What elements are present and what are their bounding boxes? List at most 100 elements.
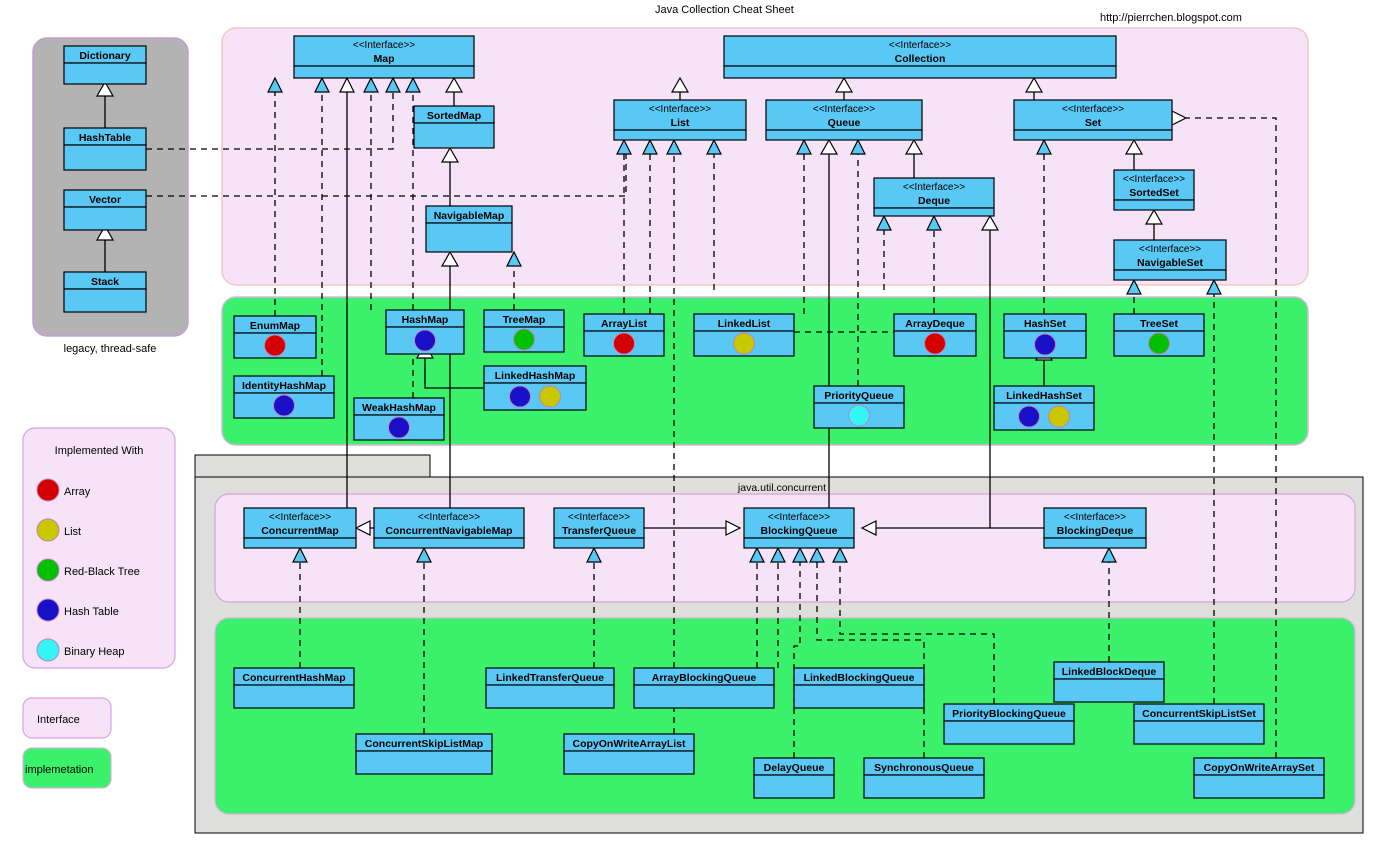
uml-class-box[interactable]: CopyOnWriteArrayList [563,733,695,775]
class-name-label: NavigableMap [434,210,505,222]
impl-color-dot [733,332,755,355]
box-body [793,684,925,709]
class-name-label: Vector [89,194,121,206]
impl-color-dot [509,385,531,408]
uml-class-box[interactable]: HashSet [1003,313,1087,359]
uml-class-box[interactable]: ConcurrentSkipListMap [355,733,493,775]
class-name-label: SortedMap [427,110,481,122]
uml-class-box[interactable]: SynchronousQueue [863,757,985,799]
legend-swatch [36,638,60,662]
uml-class-box[interactable]: <<Interface>> Map [293,35,475,79]
package-tab [194,454,431,478]
legacy-caption: legacy, thread-safe [64,343,157,355]
uml-class-box[interactable]: <<Interface>> Collection [723,35,1117,79]
class-name-label: ConcurrentMap [261,525,339,537]
class-name-label: LinkedBlockDeque [1062,666,1157,678]
box-body [293,65,475,79]
box-body [1113,199,1195,211]
uml-class-box[interactable]: <<Interface>> Deque [873,177,995,217]
uml-class-box[interactable]: PriorityQueue [813,385,905,429]
uml-class-box[interactable]: <<Interface>> NavigableSet [1113,239,1227,281]
uml-class-box[interactable]: LinkedTransferQueue [485,667,615,709]
stereotype-label: <<Interface>> [1062,104,1124,115]
uml-class-box[interactable]: ArrayDeque [893,313,977,357]
uml-class-box[interactable]: Vector [63,189,147,231]
uml-class-box[interactable]: ArrayList [583,313,665,357]
uml-class-box[interactable]: ConcurrentSkipListSet [1133,703,1265,745]
uml-class-box[interactable]: DelayQueue [753,757,835,799]
uml-class-box[interactable]: ConcurrentHashMap [233,667,355,709]
class-name-label: TreeMap [503,314,546,326]
box-body [993,402,1095,431]
uml-class-box[interactable]: <<Interface>> Queue [765,99,923,141]
class-name-label: WeakHashMap [362,402,436,414]
class-name-label: HashMap [402,314,449,326]
class-name-label: DelayQueue [764,762,825,774]
legend-item-label: List [64,526,81,538]
class-name-label: Stack [91,276,119,288]
class-name-label: PriorityQueue [824,390,894,402]
uml-class-box[interactable]: WeakHashMap [353,397,445,441]
uml-class-box[interactable]: IdentityHashMap [233,375,335,419]
class-name-label: LinkedList [718,318,771,330]
uml-class-box[interactable]: LinkedHashSet [993,385,1095,431]
box-body [553,537,645,549]
uml-class-box[interactable]: LinkedBlockDeque [1053,661,1165,703]
box-body [413,122,495,149]
box-body [723,65,1117,79]
uml-class-box[interactable]: <<Interface>> ConcurrentMap [243,507,357,549]
impl-color-dot [1018,405,1040,428]
class-name-label: CopyOnWriteArrayList [573,738,686,750]
uml-class-box[interactable]: TreeMap [483,309,565,353]
class-name-label: Set [1085,117,1102,129]
impl-color-dot [613,332,635,355]
uml-class-box[interactable]: <<Interface>> ConcurrentNavigableMap [373,507,525,549]
impl-color-dot [264,334,286,357]
class-name-label: Map [374,53,395,65]
class-name-label: ArrayBlockingQueue [652,672,757,684]
uml-class-box[interactable]: LinkedHashMap [483,365,587,411]
uml-class-box[interactable]: LinkedBlockingQueue [793,667,925,709]
uml-class-box[interactable]: <<Interface>> List [613,99,747,141]
uml-class-box[interactable]: <<Interface>> BlockingQueue [743,507,855,549]
legend-swatch [36,598,60,622]
uml-class-box[interactable]: <<Interface>> BlockingDeque [1043,507,1147,549]
impl-color-dot [414,329,436,352]
uml-class-box[interactable]: LinkedList [693,313,795,357]
stereotype-label: <<Interface>> [269,512,331,523]
uml-class-box[interactable]: EnumMap [233,315,317,359]
box-body [233,684,355,709]
class-name-label: SortedSet [1129,187,1179,199]
class-name-label: LinkedBlockingQueue [804,672,915,684]
stereotype-label: <<Interface>> [418,512,480,523]
box-body [1193,774,1325,799]
box-body [355,750,493,775]
uml-class-box[interactable]: CopyOnWriteArraySet [1193,757,1325,799]
uml-class-box[interactable]: SortedMap [413,105,495,149]
class-name-label: ConcurrentHashMap [242,672,345,684]
uml-class-box[interactable]: HashMap [385,309,465,355]
class-name-label: HashSet [1024,318,1067,330]
uml-class-box[interactable]: TreeSet [1113,313,1205,357]
uml-class-box[interactable]: NavigableMap [425,205,513,253]
box-body [1113,269,1227,281]
legend-swatch [36,518,60,542]
box-body [743,537,855,549]
class-name-label: ArrayDeque [905,318,965,330]
box-body [563,750,695,775]
stereotype-label: <<Interface>> [353,40,415,51]
class-name-label: Dictionary [79,50,131,62]
uml-class-box[interactable]: <<Interface>> TransferQueue [553,507,645,549]
uml-class-box[interactable]: HashTable [63,127,147,171]
uml-class-box[interactable]: PriorityBlockingQueue [943,703,1075,745]
class-name-label: Queue [828,117,861,129]
class-name-label: ConcurrentSkipListSet [1142,708,1256,720]
stereotype-label: <<Interface>> [568,512,630,523]
uml-class-box[interactable]: <<Interface>> SortedSet [1113,169,1195,211]
uml-class-box[interactable]: <<Interface>> Set [1013,99,1173,141]
class-name-label: IdentityHashMap [242,380,326,392]
uml-class-box[interactable]: ArrayBlockingQueue [633,667,775,709]
uml-class-box[interactable]: Dictionary [63,45,147,85]
impl-color-dot [388,416,410,439]
uml-class-box[interactable]: Stack [63,271,147,313]
